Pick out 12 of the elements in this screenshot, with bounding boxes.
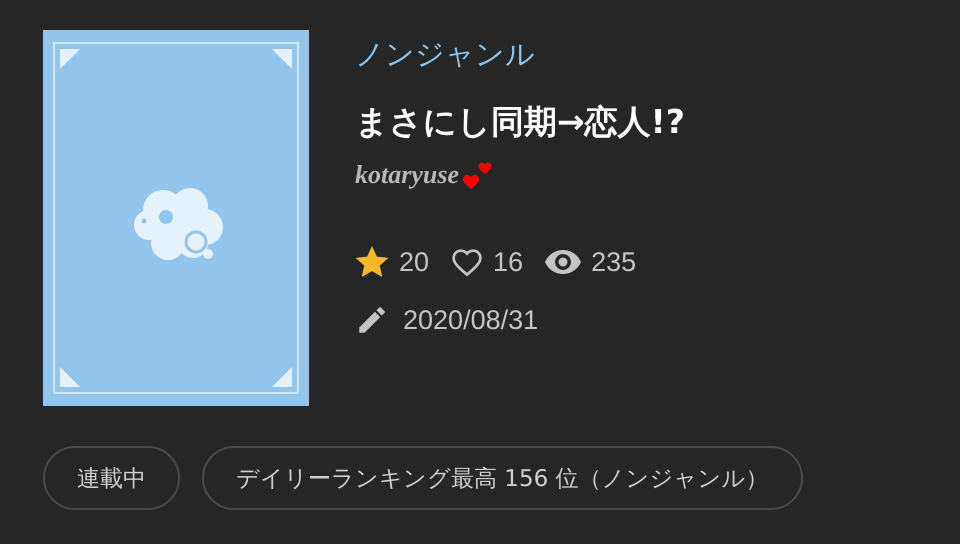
tag-chip: 連載中	[43, 446, 180, 510]
heart-icon	[451, 247, 484, 277]
story-title: まさにし同期→恋人!?	[355, 101, 685, 143]
genre-link[interactable]: ノンジャンル	[355, 34, 535, 74]
stat-count: 235	[591, 246, 636, 279]
update-date: 2020/08/31	[403, 304, 538, 337]
stat-count: 16	[493, 246, 524, 279]
tag-chip: デイリーランキング最高 156 位（ノンジャンル）	[202, 446, 803, 510]
stat-count: 20	[399, 246, 430, 279]
author-link[interactable]: kotaryuse	[355, 158, 459, 192]
star-icon	[355, 246, 389, 278]
eye-icon	[545, 250, 582, 274]
